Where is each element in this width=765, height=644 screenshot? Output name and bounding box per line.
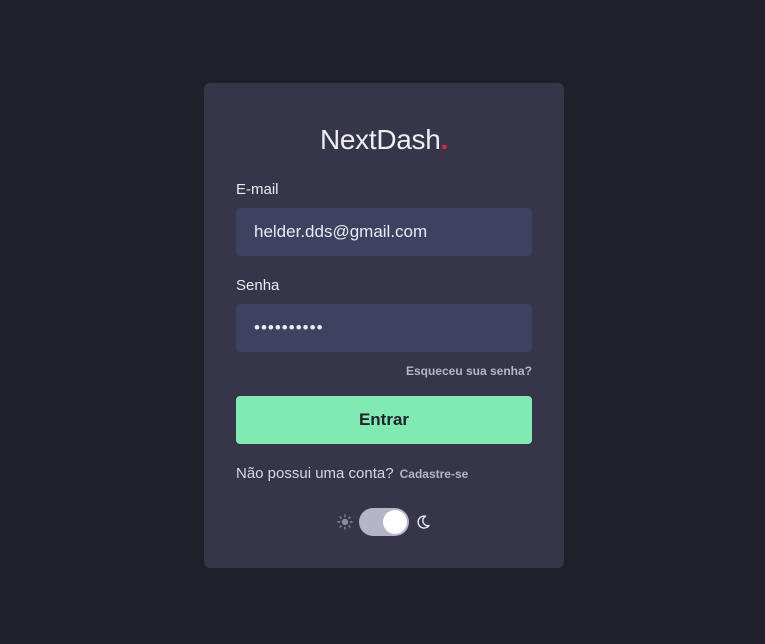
signup-link[interactable]: Cadastre-se	[400, 467, 469, 481]
theme-toggle[interactable]	[359, 508, 409, 536]
login-button[interactable]: Entrar	[236, 396, 532, 444]
toggle-knob	[383, 510, 407, 534]
signup-prompt: Não possui uma conta?	[236, 465, 394, 482]
password-label: Senha	[236, 277, 280, 294]
forgot-password-link[interactable]: Esqueceu sua senha?	[406, 364, 532, 378]
password-field[interactable]	[236, 304, 532, 352]
theme-switcher	[204, 508, 564, 536]
logo-text: NextDash	[319, 124, 441, 155]
email-field[interactable]	[236, 208, 532, 256]
signup-row: Não possui uma conta? Cadastre-se	[236, 465, 468, 483]
sun-icon	[337, 514, 353, 530]
moon-icon	[415, 514, 431, 530]
logo-dot: .	[440, 124, 449, 155]
email-label: E-mail	[236, 181, 279, 198]
app-logo: NextDash.	[204, 121, 564, 159]
login-card: NextDash. E-mail Senha Esqueceu sua senh…	[204, 83, 564, 568]
